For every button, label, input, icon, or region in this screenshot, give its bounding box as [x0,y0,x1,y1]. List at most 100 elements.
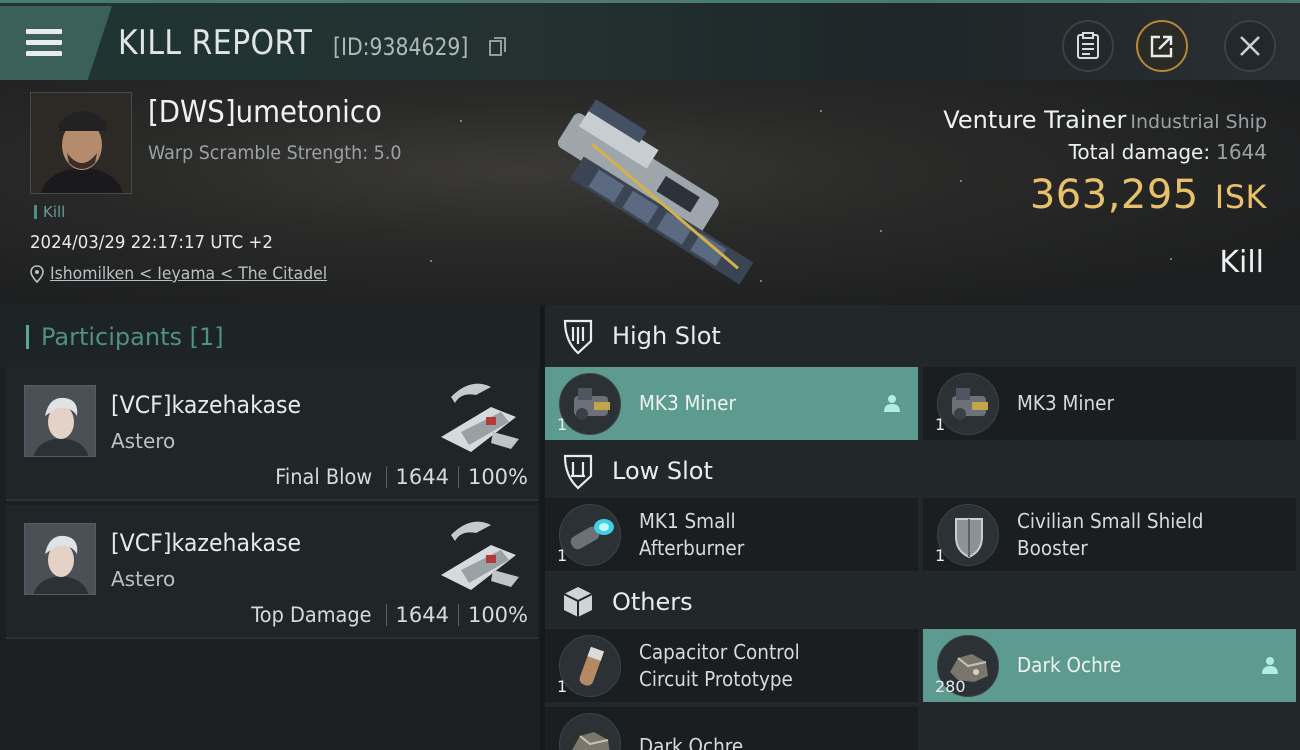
module-name: MK3 Miner [1017,391,1115,415]
low-slot-header: Low Slot [545,440,1300,502]
report-log-button[interactable] [1062,20,1114,72]
fitting-panel: High Slot 1 MK3 Miner 1 MK3 Miner Low Sl… [545,305,1300,750]
kill-result: Kill [1219,245,1264,280]
module-name-line1: Capacitor Control [639,640,800,664]
close-icon[interactable] [882,655,902,675]
ship-class: Industrial Ship [1130,111,1267,133]
participant-damage: 1644 [395,603,449,627]
copy-icon[interactable] [489,37,507,57]
module-slot[interactable]: Dark Ochre [545,707,918,750]
character-portrait-icon [25,524,95,594]
ship-render-icon[interactable] [515,92,785,297]
close-icon[interactable] [882,735,902,750]
ship-name: Venture Trainer [943,106,1127,134]
module-name-line2: Booster [1017,536,1088,560]
module-quantity: 1 [557,677,568,696]
kill-tag: Kill [34,205,65,220]
module-slot[interactable]: 1 Capacitor Control Circuit Prototype [545,629,918,702]
title-bar: KILL REPORT [ID:9384629] [0,0,1300,81]
participant-row[interactable]: [VCF]kazehakase Astero Final Blow 1644 1… [6,367,538,501]
isk-value: 363,295 ISK [1030,172,1267,218]
high-slot-header: High Slot [545,305,1300,367]
participant-damage: 1644 [395,465,449,489]
module-quantity: 1 [935,546,946,565]
total-damage: Total damage: 1644 [1069,140,1267,164]
others-label: Others [612,588,693,616]
location-text: Ishomilken < Ieyama < The Citadel [50,264,328,284]
others-header: Others [545,571,1300,633]
close-icon[interactable] [1260,524,1280,544]
isk-amount: 363,295 [1029,172,1199,218]
participant-name[interactable]: [VCF]kazehakase [111,391,301,419]
ship-type[interactable]: Venture Trainer Industrial Ship [943,106,1267,134]
ore-icon [559,713,621,750]
module-quantity: 1 [557,415,568,434]
participant-role: Top Damage [250,603,372,627]
participant-role: Final Blow [275,465,373,489]
share-button[interactable] [1136,20,1188,72]
participants-panel: Participants [1] [VCF]kazehakase Astero … [0,305,540,750]
participants-title: Participants [1] [26,325,224,349]
clipboard-icon [1077,32,1099,59]
close-button[interactable] [1224,20,1276,72]
total-damage-value: 1644 [1216,140,1267,164]
module-slot[interactable]: 1 MK3 Miner [545,367,918,440]
low-slot-label: Low Slot [612,457,713,485]
character-portrait-icon [31,93,131,193]
low-slot-icon [563,454,593,490]
miner-module-icon [559,373,621,435]
close-icon[interactable] [882,524,902,544]
participant-percent: 100% [467,465,528,489]
astero-ship-icon[interactable] [431,377,526,462]
module-quantity: 1 [935,415,946,434]
location-link[interactable]: Ishomilken < Ieyama < The Citadel [30,264,351,284]
afterburner-icon [559,504,621,566]
miner-module-icon [937,373,999,435]
module-name-line2: Circuit Prototype [639,667,793,691]
pilot-icon[interactable] [1260,655,1280,675]
participant-row[interactable]: [VCF]kazehakase Astero Top Damage 1644 1… [6,505,538,639]
close-icon[interactable] [1260,393,1280,413]
module-slot[interactable]: 1 MK3 Miner [923,367,1296,440]
module-name-line2: Afterburner [639,536,745,560]
module-slot[interactable]: 1 Civilian Small Shield Booster [923,498,1296,571]
pilot-icon[interactable] [882,393,902,413]
hamburger-icon [26,29,62,57]
module-quantity: 1 [557,546,568,565]
page-title: KILL REPORT [118,23,313,63]
capacitor-circuit-icon [559,635,621,697]
high-slot-label: High Slot [612,322,721,350]
isk-unit: ISK [1214,178,1267,216]
kill-summary: [DWS]umetonico Warp Scramble Strength: 5… [0,80,1300,305]
victim-portrait[interactable] [30,92,132,194]
high-slot-icon [563,319,593,355]
module-name: Dark Ochre [639,734,744,750]
module-slot[interactable]: 1 MK1 Small Afterburner [545,498,918,571]
location-pin-icon [30,265,44,283]
participant-avatar[interactable] [24,385,96,457]
menu-button[interactable] [0,6,112,81]
participant-name[interactable]: [VCF]kazehakase [111,529,301,557]
cube-icon [563,587,593,617]
shield-booster-icon [937,504,999,566]
total-damage-label: Total damage: [1068,140,1211,164]
module-name-line1: Civilian Small Shield [1017,509,1204,533]
participant-ship: Astero [111,567,176,591]
victim-name[interactable]: [DWS]umetonico [148,95,382,130]
module-quantity: 280 [935,677,966,696]
participant-ship: Astero [111,429,176,453]
participant-avatar[interactable] [24,523,96,595]
close-icon [1240,36,1260,56]
module-name: MK3 Miner [639,391,737,415]
module-name: Dark Ochre [1017,653,1122,677]
participants-header: Participants [1] [0,305,540,367]
module-name-line1: MK1 Small [639,509,736,533]
participant-stats: Top Damage 1644 100% [246,603,528,627]
module-slot[interactable]: 280 Dark Ochre [923,629,1296,702]
character-portrait-icon [25,386,95,456]
participant-percent: 100% [467,603,528,627]
warp-scramble-strength: Warp Scramble Strength: 5.0 [148,142,402,164]
report-id: [ID:9384629] [333,33,469,61]
share-icon [1150,35,1173,58]
astero-ship-icon[interactable] [431,515,526,600]
